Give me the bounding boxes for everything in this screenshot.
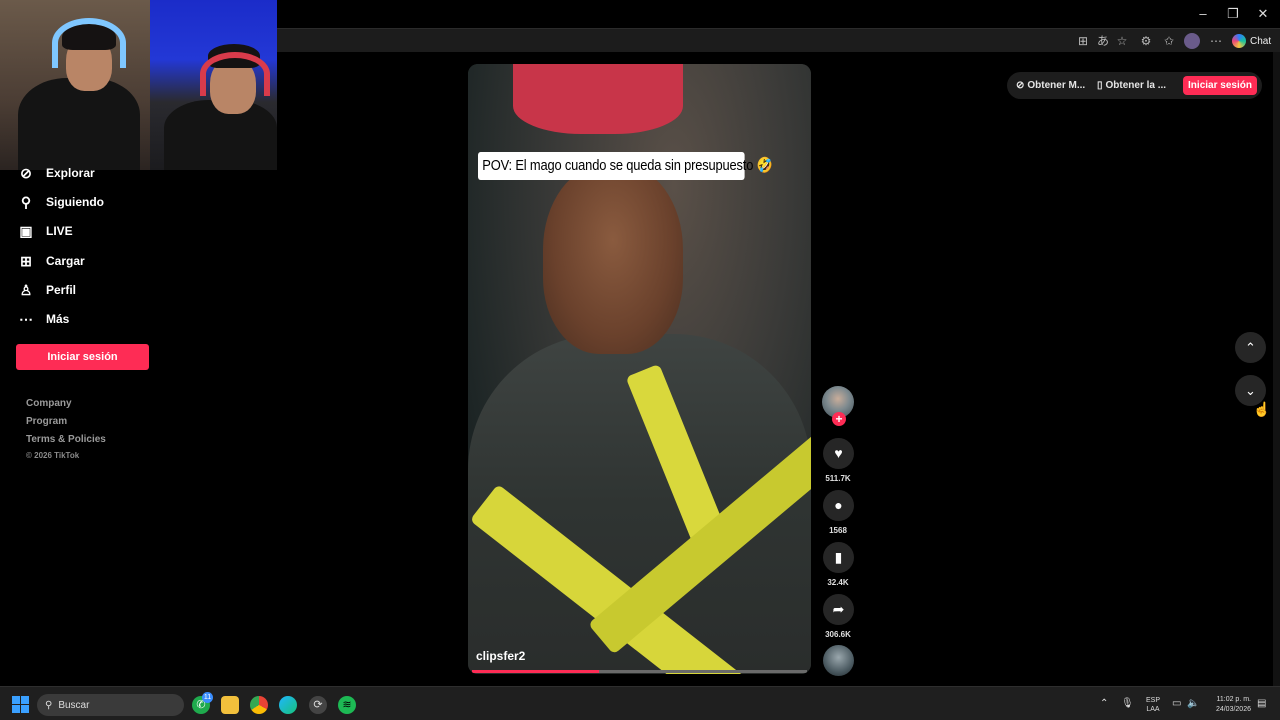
sidebar-item-mas[interactable]: ⋯ Más (18, 308, 69, 330)
copilot-icon (1232, 34, 1246, 48)
sidebar-item-label: Cargar (46, 254, 85, 268)
sidebar-item-explorar[interactable]: ⊘ Explorar (18, 162, 95, 184)
chevron-up-icon: ⌃ (1245, 340, 1256, 355)
sidebar-item-live[interactable]: ▣ LIVE (18, 220, 73, 242)
sidebar-item-perfil[interactable]: ♙ Perfil (18, 279, 76, 301)
video-subject-face (543, 164, 683, 354)
header-login-button[interactable]: Iniciar sesión (1183, 76, 1257, 95)
footer-link-company[interactable]: Company (26, 398, 72, 409)
favorite-star-icon[interactable]: ☆ (1114, 33, 1130, 49)
file-explorer-icon[interactable] (221, 696, 239, 714)
chat-label: Chat (1250, 35, 1272, 47)
sidebar-item-label: Más (46, 312, 70, 326)
windows-start-icon[interactable] (12, 696, 29, 713)
music-disc[interactable] (823, 645, 854, 676)
footer-link-terms[interactable]: Terms & Policies (26, 434, 106, 445)
share-count: 306.6K (825, 630, 851, 639)
windows-taskbar: ⚲ Buscar ✆ 11 ⟳ ≋ ⌃ 🎙 ESP LAA ▭ 🔈 11:02 … (0, 686, 1280, 720)
get-app-label: Obtener la ... (1105, 80, 1167, 91)
search-placeholder: Buscar (58, 699, 90, 711)
like-count: 511.7K (825, 474, 851, 483)
edge-icon[interactable] (279, 696, 297, 714)
app-available-icon[interactable]: ⊞ (1075, 33, 1091, 49)
profile-icon: ♙ (19, 282, 33, 298)
app-icon[interactable]: ⟳ (309, 696, 327, 714)
copyright-text: © 2026 TikTok (26, 451, 80, 460)
webcam-right-person (150, 0, 277, 170)
phone-icon: ▯ (1097, 80, 1103, 91)
tray-overflow-icon[interactable]: ⌃ (1100, 698, 1108, 709)
get-coins-link[interactable]: ⊘ Obtener M... (1016, 80, 1085, 91)
search-icon: ⚲ (45, 699, 53, 711)
translate-icon[interactable]: あ (1095, 33, 1111, 49)
sidebar-item-cargar[interactable]: ⊞ Cargar (18, 250, 85, 272)
minimize-button[interactable]: – (1188, 4, 1218, 24)
get-coins-label: Obtener M... (1027, 80, 1086, 91)
more-icon: ⋯ (19, 311, 33, 327)
comment-icon: ● (834, 497, 843, 513)
live-icon: ▣ (19, 223, 33, 239)
save-count: 32.4K (827, 578, 849, 587)
webcam-left-person (0, 0, 150, 170)
video-caption: POV: El mago cuando se queda sin presupu… (478, 152, 773, 180)
copilot-chat-button[interactable]: Chat (1232, 32, 1271, 50)
browser-toolbar: ⊞ あ ☆ ⚙ ✩ ⋯ Chat (277, 28, 1280, 52)
page-scrollbar[interactable] (1273, 52, 1280, 686)
video-author[interactable]: clipsfer2 (476, 649, 525, 663)
network-icon[interactable]: ▭ (1172, 698, 1181, 709)
like-button[interactable]: ♥ (823, 438, 854, 469)
following-icon: ⚲ (20, 194, 32, 210)
extensions-icon[interactable]: ⚙ (1138, 33, 1154, 49)
chevron-down-icon: ⌄ (1245, 383, 1256, 398)
bookmark-icon: ▮ (834, 549, 843, 565)
sidebar-login-button[interactable]: Iniciar sesión (16, 344, 149, 370)
save-button[interactable]: ▮ (823, 542, 854, 573)
favorites-icon[interactable]: ✩ (1161, 33, 1177, 49)
sidebar-item-siguiendo[interactable]: ⚲ Siguiendo (18, 191, 104, 213)
previous-video-button[interactable]: ⌃ (1235, 332, 1266, 363)
footer-link-program[interactable]: Program (26, 416, 67, 427)
webcam-overlay (0, 0, 277, 170)
mouse-cursor-icon: ☝ (1253, 401, 1271, 417)
microphone-icon[interactable]: 🎙 (1121, 698, 1134, 709)
share-arrow-icon: ➦ (832, 601, 845, 617)
whatsapp-badge: 11 (202, 692, 213, 703)
chrome-icon[interactable] (250, 696, 268, 714)
coin-icon: ⊘ (1016, 80, 1025, 91)
video-player[interactable]: POV: El mago cuando se queda sin presupu… (468, 64, 811, 674)
profile-avatar-icon[interactable] (1184, 33, 1200, 49)
language-line1: ESP (1145, 697, 1160, 704)
compass-icon: ⊘ (20, 165, 32, 181)
restore-button[interactable]: ❐ (1218, 4, 1248, 24)
clock-time: 11:02 p. m. (1216, 696, 1251, 703)
sidebar-item-label: Explorar (46, 166, 95, 180)
taskbar-search[interactable]: ⚲ Buscar (37, 694, 184, 716)
comment-button[interactable]: ● (823, 490, 854, 521)
sidebar-item-label: Siguiendo (46, 195, 104, 209)
more-options-icon[interactable]: ⋯ (1208, 33, 1224, 49)
sidebar-item-label: LIVE (46, 224, 73, 238)
language-indicator[interactable]: ESP LAA (1142, 696, 1164, 714)
language-line2: LAA (1146, 706, 1160, 713)
follow-plus-icon[interactable]: + (832, 412, 846, 426)
comment-count: 1568 (829, 526, 847, 535)
sidebar-item-label: Perfil (46, 283, 77, 297)
clock-date: 24/03/2026 (1215, 706, 1251, 713)
video-progress-fill (472, 670, 600, 673)
spotify-icon[interactable]: ≋ (338, 696, 356, 714)
upload-icon: ⊞ (20, 253, 32, 269)
video-subject-hat (513, 64, 683, 134)
get-app-link[interactable]: ▯ Obtener la ... (1097, 80, 1166, 91)
share-button[interactable]: ➦ (823, 594, 854, 625)
taskbar-clock[interactable]: 11:02 p. m. 24/03/2026 (1205, 695, 1251, 715)
heart-icon: ♥ (834, 445, 843, 461)
close-button[interactable]: ✕ (1248, 4, 1278, 24)
volume-icon[interactable]: 🔈 (1187, 698, 1199, 709)
notifications-icon[interactable]: ▤ (1257, 698, 1266, 709)
